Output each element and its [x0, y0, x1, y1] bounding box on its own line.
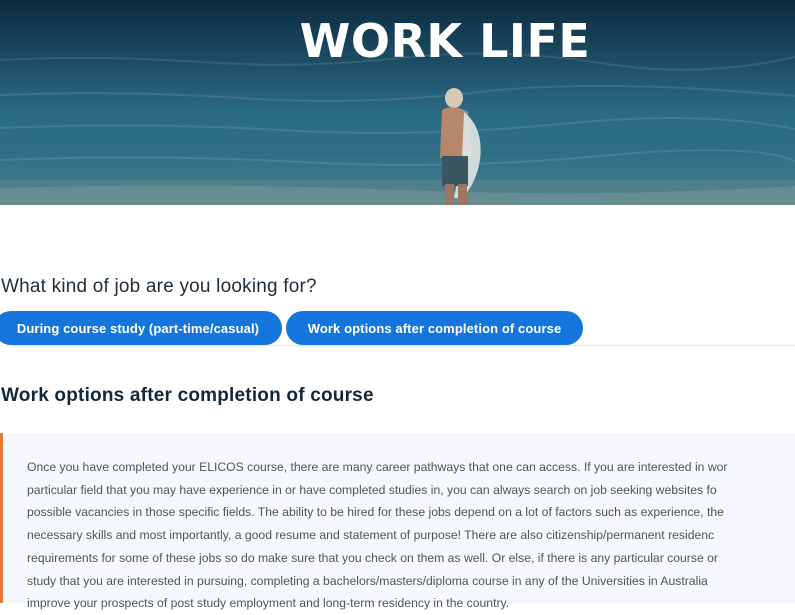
- paragraph-line: possible vacancies in those specific fie…: [27, 505, 724, 520]
- info-panel: Once you have completed your ELICOS cour…: [0, 433, 795, 610]
- tabs-divider: [0, 345, 795, 346]
- page-hero-title: WORK LIFE: [299, 14, 591, 68]
- tab-label: During course study (part-time/casual): [16, 320, 260, 336]
- paragraph-line: necessary skills and most importantly, a…: [27, 528, 715, 543]
- hero-banner: WORK LIFE: [0, 0, 795, 205]
- tab-after-completion[interactable]: Work options after completion of course: [286, 311, 583, 345]
- tab-during-course-study[interactable]: During course study (part-time/casual): [0, 311, 282, 345]
- tab-label: Work options after completion of course: [307, 320, 562, 336]
- person-standing-figure: [440, 88, 481, 205]
- paragraph-line: requirements for some of these jobs so d…: [27, 550, 718, 565]
- info-paragraph: Once you have completed your ELICOS cour…: [27, 456, 795, 615]
- paragraph-line: Once you have completed your ELICOS cour…: [27, 460, 728, 474]
- job-type-tabs: During course study (part-time/casual) W…: [0, 311, 795, 346]
- section-title: Work options after completion of course: [1, 385, 374, 406]
- job-type-question: What kind of job are you looking for?: [1, 276, 317, 297]
- paragraph-line: improve your prospects of post study emp…: [27, 596, 510, 611]
- paragraph-line: study that you are interested in pursuin…: [27, 573, 708, 588]
- paragraph-line: particular field that you may have exper…: [27, 482, 717, 497]
